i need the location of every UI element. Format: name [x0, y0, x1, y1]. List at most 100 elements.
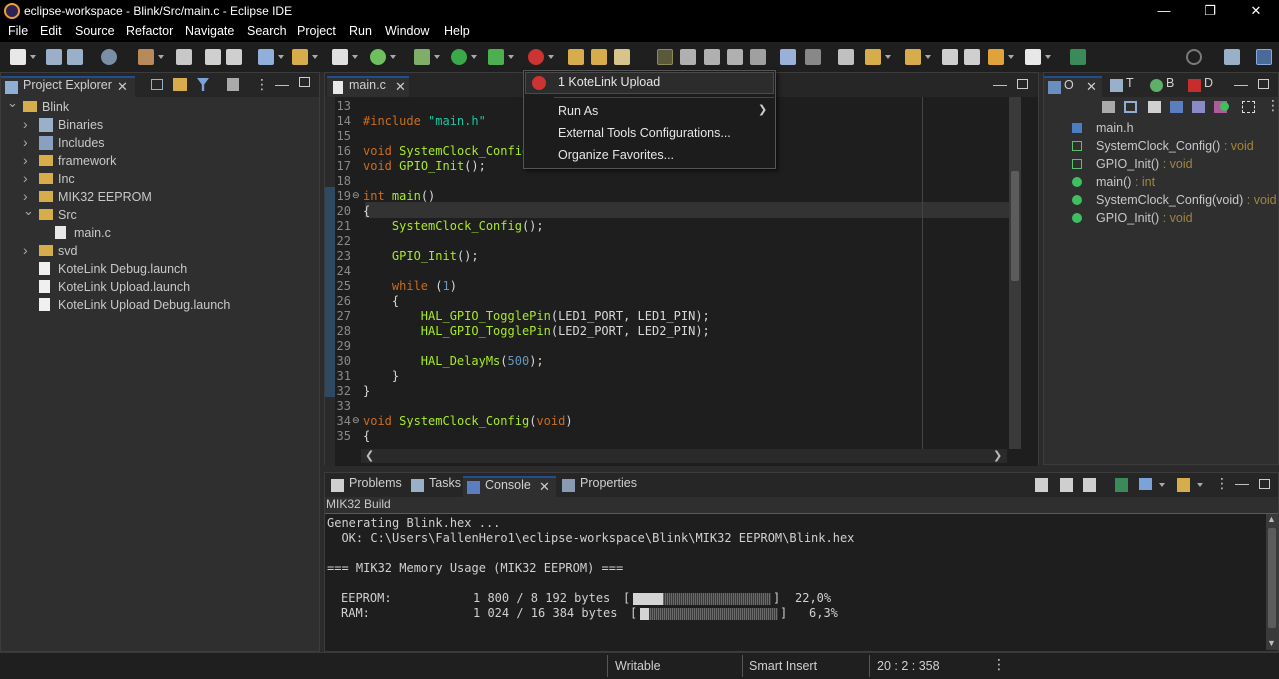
tree-item[interactable]: main.c [1, 224, 319, 242]
display-console-icon[interactable] [1139, 478, 1152, 490]
last-edit-location-icon[interactable] [942, 49, 958, 65]
tree-item[interactable]: › framework [1, 152, 319, 170]
filter-icon[interactable] [197, 78, 209, 91]
chevron-down-icon[interactable] [925, 55, 931, 59]
menu-project[interactable]: Project [297, 24, 336, 38]
outline-item[interactable]: GPIO_Init() : void [1044, 209, 1278, 227]
maximize-view-icon[interactable] [1017, 79, 1028, 89]
menu-item-run-as[interactable]: Run As [558, 104, 598, 118]
tree-item[interactable]: KoteLink Upload.launch [1, 278, 319, 296]
chevron-down-icon[interactable] [352, 55, 358, 59]
tree-item[interactable]: › Inc [1, 170, 319, 188]
maximize-view-icon[interactable] [1258, 79, 1269, 89]
forward-arrow-icon[interactable] [1025, 49, 1041, 65]
refresh-icon[interactable] [370, 49, 386, 65]
undo-icon[interactable] [205, 49, 221, 65]
run-icon[interactable] [451, 49, 467, 65]
link-icon[interactable] [1242, 101, 1255, 113]
build-hammer-icon[interactable] [138, 49, 154, 65]
console-vertical-scrollbar[interactable]: ▲ ▼ [1266, 514, 1278, 650]
editor-vertical-scrollbar[interactable] [1009, 97, 1021, 449]
redo-icon[interactable] [226, 49, 242, 65]
outline-item[interactable]: main() : int [1044, 173, 1278, 191]
skip-breakpoints-icon[interactable] [805, 49, 821, 65]
minimize-view-icon[interactable]: — [993, 76, 1007, 92]
outline-item[interactable]: GPIO_Init() : void [1044, 155, 1278, 173]
new-project-icon[interactable] [258, 49, 274, 65]
chevron-down-icon[interactable] [548, 55, 554, 59]
maximize-view-icon[interactable] [299, 77, 310, 87]
c-cpp-perspective-icon[interactable] [1256, 49, 1272, 65]
chevron-down-icon[interactable] [471, 55, 477, 59]
show-whitespace-icon[interactable] [727, 49, 743, 65]
chevron-down-icon[interactable] [158, 55, 164, 59]
menu-file[interactable]: File [8, 24, 28, 38]
word-wrap-icon[interactable] [1083, 478, 1096, 492]
open-type-icon[interactable] [568, 49, 584, 65]
minimize-view-icon[interactable]: — [1234, 76, 1248, 92]
fold-icon[interactable]: ⊖ [352, 190, 360, 201]
menu-edit[interactable]: Edit [40, 24, 62, 38]
build-config-icon[interactable] [176, 49, 192, 65]
tab-console[interactable]: Console ✕ [463, 476, 556, 497]
collapsed-icon[interactable]: › [23, 134, 28, 150]
clear-console-icon[interactable] [1035, 478, 1048, 492]
outline-item[interactable]: SystemClock_Config() : void [1044, 137, 1278, 155]
external-tools-icon[interactable] [528, 49, 544, 65]
menu-item-organize-favorites[interactable]: Organize Favorites... [558, 148, 674, 162]
save-all-icon[interactable] [67, 49, 83, 65]
chevron-down-icon[interactable] [1197, 483, 1203, 487]
console-output[interactable]: Generating Blink.hex ... OK: C:\Users\Fa… [325, 514, 1278, 651]
menu-help[interactable]: Help [444, 24, 470, 38]
sync-icon[interactable] [838, 49, 854, 65]
debug-bug-icon[interactable] [414, 49, 430, 65]
chevron-down-icon[interactable] [1045, 55, 1051, 59]
tab-documentation[interactable]: D [1184, 76, 1220, 97]
toggle-block-icon[interactable] [680, 49, 696, 65]
outline-item[interactable]: SystemClock_Config(void) : void [1044, 191, 1278, 209]
settings-icon[interactable] [101, 49, 117, 65]
view-menu-icon[interactable]: ⋮ [1215, 475, 1229, 492]
scrollbar-thumb[interactable] [1011, 171, 1019, 281]
open-perspective-icon[interactable] [1224, 49, 1240, 65]
link-with-editor-icon[interactable] [173, 78, 187, 91]
next-annotation-icon[interactable] [865, 49, 881, 65]
scroll-down-icon[interactable]: ▼ [1267, 638, 1276, 648]
restore-button[interactable]: ❐ [1196, 2, 1224, 20]
chevron-down-icon[interactable] [434, 55, 440, 59]
new-c-file-icon[interactable] [332, 49, 348, 65]
menu-item-kotelink-upload[interactable]: 1 KoteLink Upload [558, 75, 660, 89]
tab-type-hierarchy[interactable]: T [1106, 76, 1140, 97]
tab-tasks[interactable]: Tasks [407, 476, 469, 497]
highlight-icon[interactable] [657, 49, 673, 65]
tree-item[interactable]: › Includes [1, 134, 319, 152]
open-folder-icon[interactable] [292, 49, 308, 65]
search-icon[interactable] [1186, 49, 1202, 65]
focus-icon[interactable] [227, 78, 239, 91]
chevron-down-icon[interactable] [390, 55, 396, 59]
scroll-up-icon[interactable]: ▲ [1267, 514, 1276, 524]
tree-item[interactable]: › MIK32 EEPROM [1, 188, 319, 206]
hide-static-icon[interactable] [1170, 101, 1183, 113]
collapsed-icon[interactable]: › [23, 188, 28, 204]
run-coverage-icon[interactable] [488, 49, 504, 65]
tab-properties[interactable]: Properties [558, 476, 648, 497]
minimize-view-icon[interactable]: — [1235, 475, 1249, 491]
toggle-mark-icon[interactable] [614, 49, 630, 65]
terminal-icon[interactable] [780, 49, 796, 65]
close-window-button[interactable]: ✕ [1242, 2, 1270, 20]
collapse-all-icon[interactable] [151, 79, 163, 90]
editor-horizontal-scrollbar[interactable]: ❮ ❯ [361, 449, 1007, 463]
tab-build-targets[interactable]: B [1146, 76, 1180, 97]
collapsed-icon[interactable]: › [23, 242, 28, 258]
collapse-all-icon[interactable] [1124, 101, 1137, 113]
tree-item[interactable]: KoteLink Debug.launch [1, 260, 319, 278]
scroll-lock-icon[interactable] [1060, 478, 1073, 492]
close-icon[interactable]: ✕ [395, 79, 406, 95]
word-wrap-icon[interactable] [704, 49, 720, 65]
menu-refactor[interactable]: Refactor [126, 24, 173, 38]
hide-non-public-icon[interactable] [1192, 101, 1205, 113]
menu-search[interactable]: Search [247, 24, 287, 38]
tree-item[interactable]: › svd [1, 242, 319, 260]
chevron-down-icon[interactable] [30, 55, 36, 59]
